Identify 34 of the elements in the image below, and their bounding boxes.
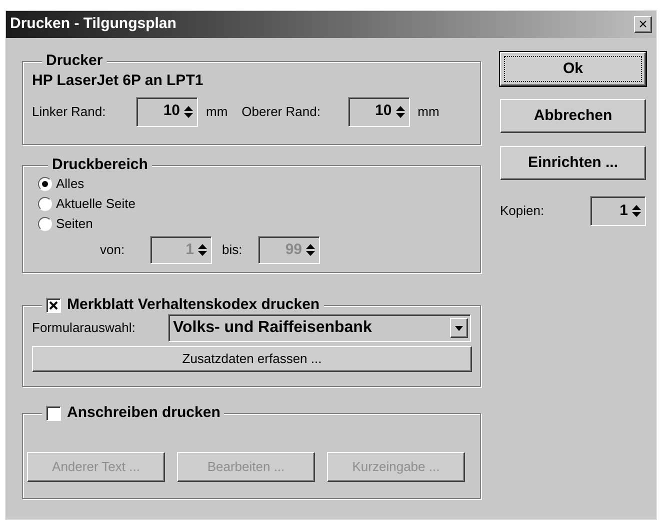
additional-data-button[interactable]: Zusatzdaten erfassen ... bbox=[32, 346, 472, 372]
dialog-button[interactable]: Ok bbox=[500, 52, 646, 86]
dialog-button[interactable]: Einrichten ... bbox=[500, 146, 646, 180]
close-button[interactable]: × bbox=[634, 16, 652, 33]
dropdown-field[interactable]: Volks- und Raiffeisenbank bbox=[168, 314, 471, 342]
window-title: Drucken - Tilgungsplan bbox=[10, 14, 176, 34]
radio-label: Aktuelle Seite bbox=[56, 195, 136, 214]
field-label: Formularauswahl: bbox=[32, 319, 136, 338]
group-title: Druckbereich bbox=[52, 154, 148, 175]
checkbox-label: Merkblatt Verhaltenskodex drucken bbox=[67, 294, 320, 315]
radio-button[interactable] bbox=[38, 197, 52, 211]
spin-arrows-icon[interactable] bbox=[396, 106, 405, 118]
spin-field[interactable]: 10 bbox=[348, 96, 410, 126]
radio-button[interactable] bbox=[38, 177, 52, 191]
unit-label: mm bbox=[206, 102, 228, 121]
spin-arrows-icon[interactable] bbox=[184, 106, 193, 118]
field-label: von: bbox=[100, 241, 126, 260]
dialog-button[interactable]: Abbrechen bbox=[500, 99, 646, 133]
radio-label: Alles bbox=[56, 175, 84, 194]
field-label: Linker Rand: bbox=[32, 102, 107, 121]
checkbox-label: Anschreiben drucken bbox=[67, 402, 220, 423]
group-title: Drucker bbox=[46, 50, 103, 71]
spin-field[interactable]: 1 bbox=[590, 196, 646, 226]
spin-field[interactable]: 10 bbox=[136, 96, 198, 126]
field-label: Kopien: bbox=[500, 202, 544, 220]
checkbox[interactable] bbox=[46, 298, 61, 312]
checkbox[interactable] bbox=[46, 406, 61, 420]
field-label: Oberer Rand: bbox=[242, 102, 322, 121]
radio-button[interactable] bbox=[38, 217, 52, 231]
unit-label: mm bbox=[418, 102, 440, 121]
printer-name: HP LaserJet 6P an LPT1 bbox=[32, 71, 204, 91]
radio-label: Seiten bbox=[56, 215, 93, 234]
field-label: bis: bbox=[222, 241, 244, 260]
spin-arrows-icon[interactable] bbox=[632, 205, 641, 217]
